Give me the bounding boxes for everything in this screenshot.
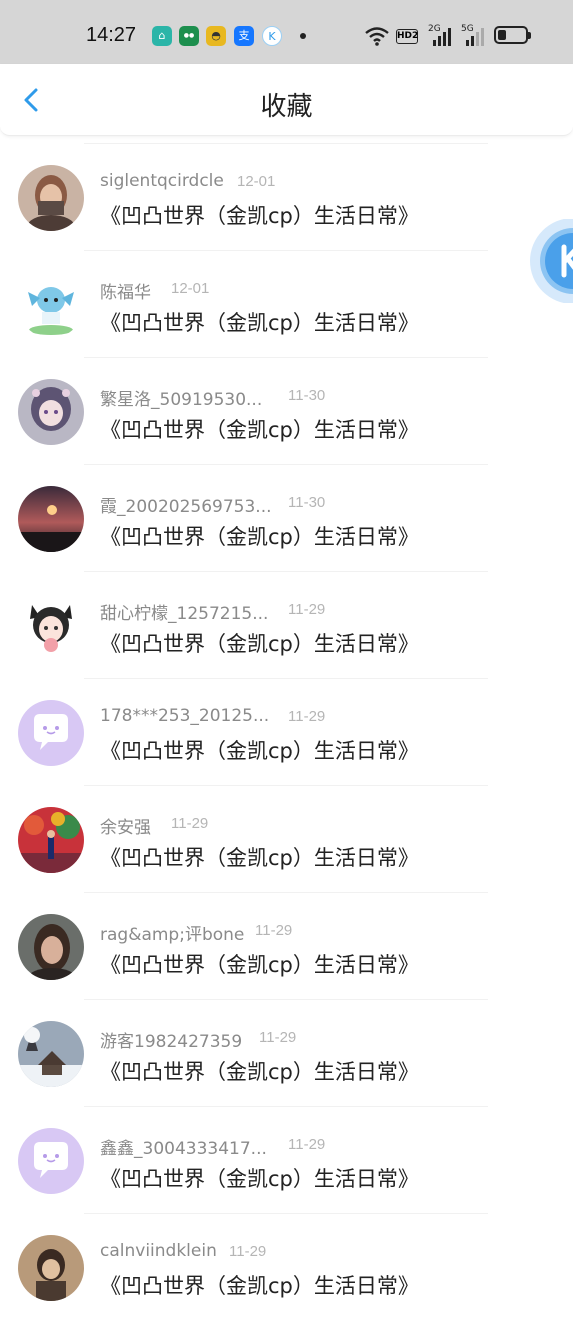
status-time: 14:27 [86,24,137,46]
item-title: 《凹凸世界（金凯cp）生活日常》 [100,739,419,763]
user-name: 繁星洛_50919530... [100,390,263,410]
signal-5g-icon [466,28,484,46]
avatar[interactable] [18,1021,84,1087]
item-title: 《凹凸世界（金凯cp）生活日常》 [100,311,419,335]
avatar[interactable] [18,379,84,445]
list-item[interactable]: 鑫鑫_3004333417... 11-29 《凹凸世界（金凯cp）生活日常》 [0,1106,573,1213]
avatar[interactable] [18,700,84,766]
user-name: rag&amp;评bone [100,925,245,945]
list-item[interactable]: rag&amp;评bone 11-29 《凹凸世界（金凯cp）生活日常》 [0,892,573,999]
battery-level-fill [498,30,506,40]
avatar[interactable] [18,593,84,659]
home-app-icon: ⌂ [152,26,172,46]
list-item[interactable]: 陈福华 12-01 《凹凸世界（金凯cp）生活日常》 [0,250,573,357]
list-item[interactable]: 游客1982427359 11-29 《凹凸世界（金凯cp）生活日常》 [0,999,573,1106]
divider [84,357,488,358]
user-name: 霞_200202569753... [100,497,272,517]
divider [84,1213,488,1214]
food-app-icon: ◓ [206,26,226,46]
avatar[interactable] [18,1128,84,1194]
floating-assistant-button[interactable] [530,218,573,304]
item-date: 12-01 [171,280,210,297]
item-title: 《凹凸世界（金凯cp）生活日常》 [100,846,419,870]
list-item[interactable]: 甜心柠檬_1257215... 11-29 《凹凸世界（金凯cp）生活日常》 [0,571,573,678]
avatar[interactable] [18,1235,84,1301]
item-title: 《凹凸世界（金凯cp）生活日常》 [100,1060,419,1084]
page-header: 收藏 [0,64,573,136]
avatar[interactable] [18,807,84,873]
list-item[interactable]: 霞_200202569753... 11-30 《凹凸世界（金凯cp）生活日常》 [0,464,573,571]
divider [84,143,488,144]
item-title: 《凹凸世界（金凯cp）生活日常》 [100,1274,419,1298]
item-title: 《凹凸世界（金凯cp）生活日常》 [100,1167,419,1191]
divider [84,464,488,465]
item-title: 《凹凸世界（金凯cp）生活日常》 [100,525,419,549]
hd-icon: HD2 [396,29,418,44]
avatar[interactable] [18,486,84,552]
divider [84,892,488,893]
favorites-list: siglentqcirdcle 12-01 《凹凸世界（金凯cp）生活日常》 陈… [0,143,573,1320]
page-title: 收藏 [260,92,313,122]
user-name: 陈福华 [100,283,151,303]
divider [84,999,488,1000]
divider [84,571,488,572]
k-logo-icon [530,218,573,304]
list-item[interactable]: 178***253_20125... 11-29 《凹凸世界（金凯cp）生活日常… [0,678,573,785]
item-date: 11-29 [229,1243,267,1260]
divider [84,250,488,251]
list-item[interactable]: 繁星洛_50919530... 11-30 《凹凸世界（金凯cp）生活日常》 [0,357,573,464]
item-title: 《凹凸世界（金凯cp）生活日常》 [100,632,419,656]
item-date: 11-29 [171,815,209,832]
divider [84,785,488,786]
user-name: 178***253_20125... [100,706,270,726]
item-date: 11-29 [288,601,326,618]
avatar[interactable] [18,272,84,338]
divider [84,678,488,679]
wifi-icon [365,27,389,46]
item-date: 12-01 [237,173,276,190]
alipay-app-icon: 支 [234,26,254,46]
user-name: siglentqcirdcle [100,171,224,191]
list-item[interactable]: siglentqcirdcle 12-01 《凹凸世界（金凯cp）生活日常》 [0,143,573,250]
divider [84,1106,488,1107]
status-bar: 14:27 ⌂ ●● ◓ 支 K HD2 2G 5G [0,0,573,64]
user-name: 鑫鑫_3004333417... [100,1139,267,1159]
avatar[interactable] [18,165,84,231]
item-date: 11-29 [288,1136,326,1153]
item-title: 《凹凸世界（金凯cp）生活日常》 [100,204,419,228]
k-app-icon: K [262,26,282,46]
user-name: 甜心柠檬_1257215... [100,604,269,624]
avatar[interactable] [18,914,84,980]
item-date: 11-30 [288,387,326,404]
list-item[interactable]: 余安强 11-29 《凹凸世界（金凯cp）生活日常》 [0,785,573,892]
item-date: 11-29 [259,1029,297,1046]
notification-dot-icon [300,33,306,39]
item-date: 11-29 [288,708,326,725]
user-name: 游客1982427359 [100,1032,243,1052]
user-name: 余安强 [100,818,151,838]
oppo-app-icon: ●● [179,26,199,46]
list-item[interactable]: calnviindklein 11-29 《凹凸世界（金凯cp）生活日常》 [0,1213,573,1320]
item-title: 《凹凸世界（金凯cp）生活日常》 [100,418,419,442]
item-date: 11-30 [288,494,326,511]
item-date: 11-29 [255,922,293,939]
signal-2g-icon [433,28,451,46]
item-title: 《凹凸世界（金凯cp）生活日常》 [100,953,419,977]
user-name: calnviindklein [100,1241,217,1261]
battery-icon [494,26,531,44]
